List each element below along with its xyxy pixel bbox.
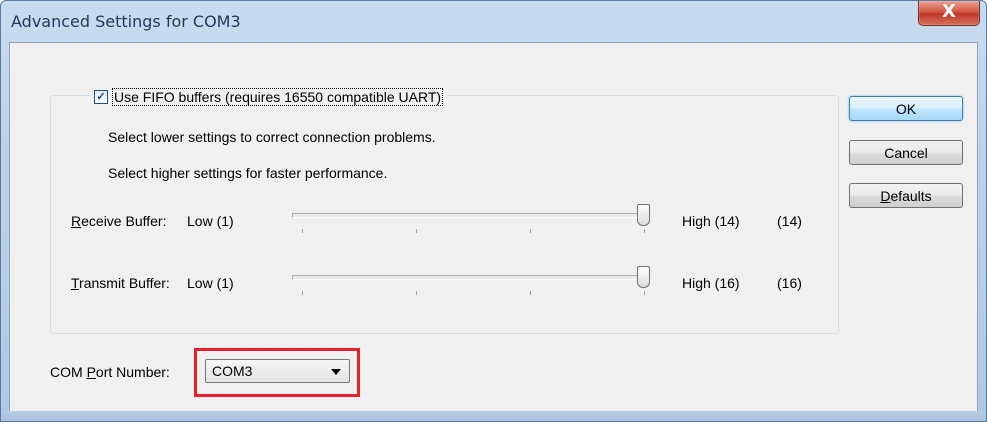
transmit-slider-tick [644, 291, 645, 295]
receive-high-label: High (14) [682, 213, 740, 229]
window-bottom-border [1, 411, 986, 421]
transmit-slider-tick [416, 291, 417, 295]
hint-higher-text: Select higher settings for faster perfor… [108, 165, 388, 181]
defaults-mnemonic: D [880, 188, 891, 204]
transmit-buffer-label: Transmit Buffer: [71, 275, 170, 291]
fifo-checkbox-label[interactable]: Use FIFO buffers (requires 16550 compati… [112, 88, 444, 106]
com-port-dropdown[interactable]: COM3 [205, 359, 350, 383]
receive-slider-track [292, 213, 650, 218]
fifo-checkbox[interactable]: ✓ [94, 90, 108, 104]
transmit-low-label: Low (1) [187, 275, 234, 291]
dialog-window: Advanced Settings for COM3 X ✓ Use FIFO … [0, 0, 987, 422]
receive-slider-tick [416, 229, 417, 233]
receive-low-label: Low (1) [187, 213, 234, 229]
receive-mnemonic: R [71, 213, 82, 229]
dialog-body: ✓ Use FIFO buffers (requires 16550 compa… [9, 42, 978, 413]
checkmark-icon: ✓ [96, 91, 106, 103]
cancel-button[interactable]: Cancel [849, 140, 963, 165]
com-port-label: COM Port Number: [50, 364, 170, 380]
receive-buffer-label: Receive Buffer: [71, 213, 166, 229]
com-port-mnemonic: P [86, 364, 96, 380]
receive-slider-tick [530, 229, 531, 233]
close-icon: X [942, 1, 956, 22]
defaults-button[interactable]: Defaults [849, 183, 963, 208]
ok-button[interactable]: OK [849, 96, 963, 121]
receive-buffer-slider[interactable] [292, 204, 650, 234]
receive-value: (14) [777, 213, 802, 229]
window-title: Advanced Settings for COM3 [11, 12, 241, 31]
transmit-slider-thumb[interactable] [637, 266, 650, 288]
receive-slider-tick [302, 229, 303, 233]
com-port-selected-value: COM3 [212, 363, 253, 379]
title-bar[interactable]: Advanced Settings for COM3 X [1, 1, 986, 41]
dropdown-arrow-icon [331, 369, 341, 375]
transmit-slider-tick [302, 291, 303, 295]
transmit-slider-tick [530, 291, 531, 295]
fifo-checkbox-row[interactable]: ✓ Use FIFO buffers (requires 16550 compa… [90, 88, 448, 106]
close-button[interactable]: X [918, 1, 980, 26]
transmit-mnemonic: T [71, 275, 80, 291]
transmit-slider-track [292, 275, 650, 280]
com-port-label-rest: ort Number: [95, 364, 170, 380]
transmit-buffer-slider[interactable] [292, 266, 650, 296]
receive-slider-tick [644, 229, 645, 233]
transmit-high-label: High (16) [682, 275, 740, 291]
transmit-label-rest: ransmit Buffer: [79, 275, 170, 291]
defaults-label-rest: efaults [890, 188, 932, 204]
receive-label-rest: eceive Buffer: [81, 213, 167, 229]
transmit-value: (16) [777, 275, 802, 291]
hint-lower-text: Select lower settings to correct connect… [108, 129, 436, 145]
receive-slider-thumb[interactable] [637, 204, 650, 226]
com-port-label-pre: COM [50, 364, 87, 380]
